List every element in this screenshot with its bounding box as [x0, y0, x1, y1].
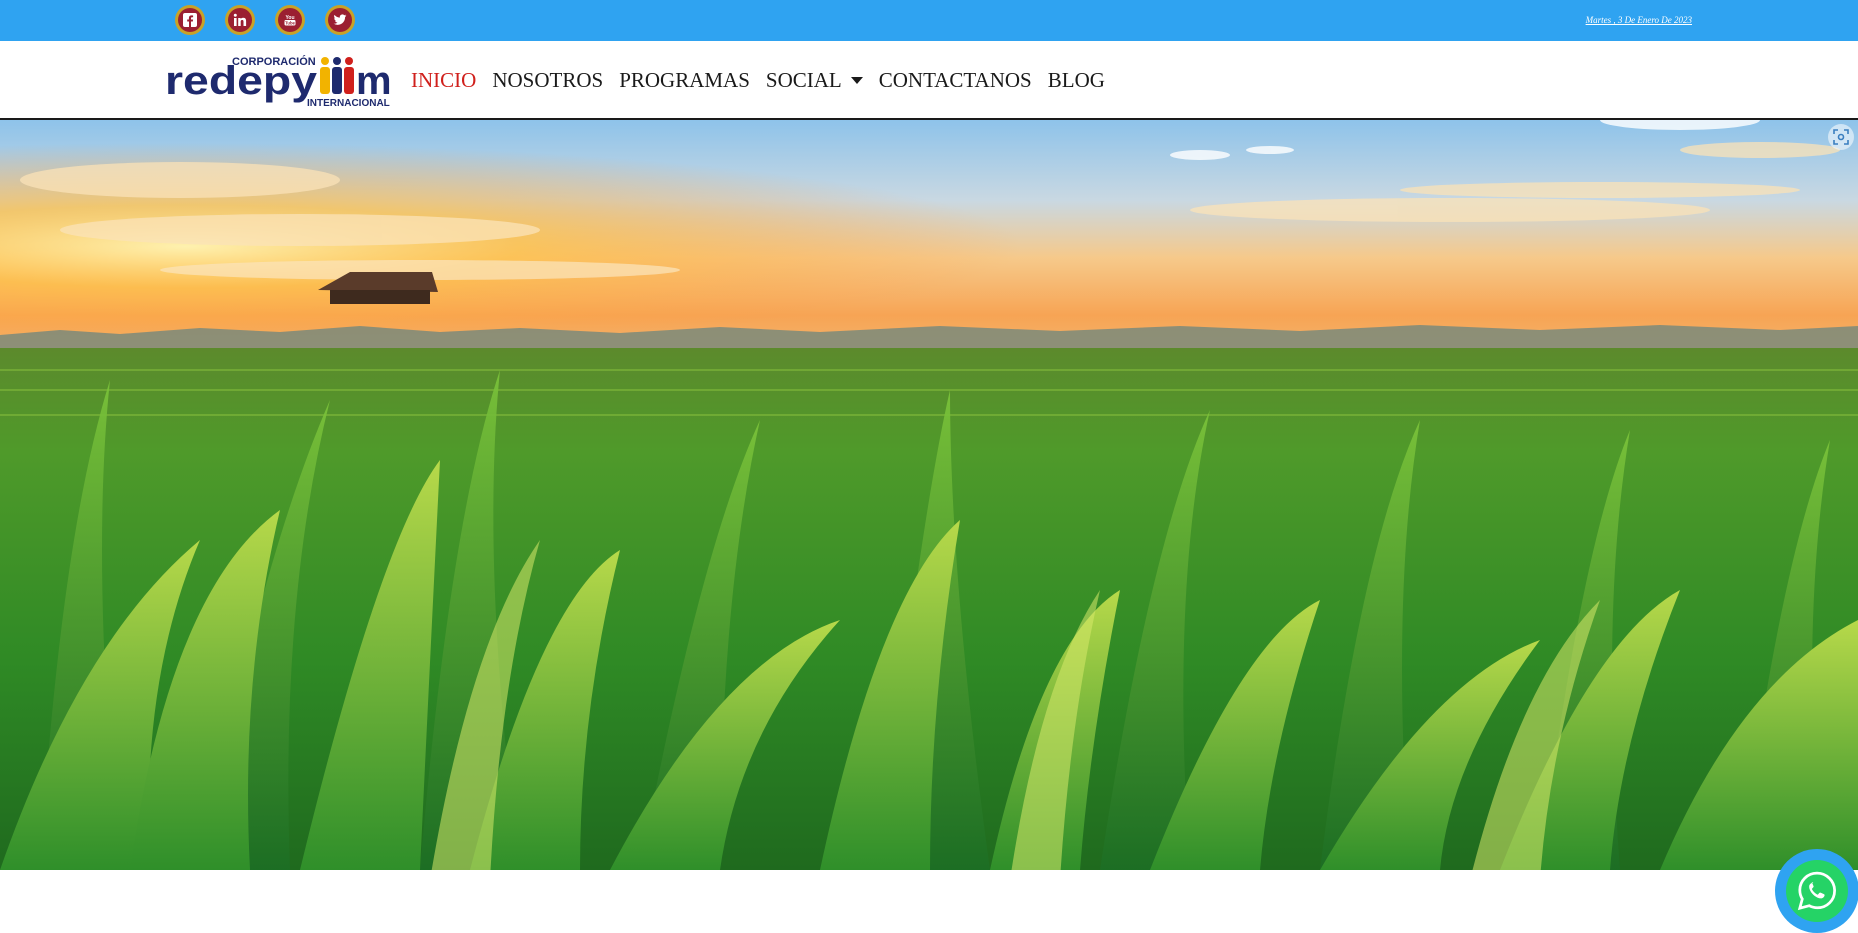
chevron-down-icon — [850, 77, 863, 84]
youtube-link[interactable]: You Tube — [275, 5, 305, 35]
logo-main-text: redepy — [165, 59, 318, 103]
logo-people-mark — [320, 57, 354, 94]
nav-item-nosotros[interactable]: NOSOTROS — [492, 68, 603, 93]
top-social-bar: You Tube Martes , 3 De Enero De 2023 — [0, 0, 1858, 41]
whatsapp-icon — [1786, 860, 1848, 922]
main-navbar: CORPORACIÓN redepy me INTERNACIONAL INIC… — [0, 41, 1858, 120]
nav-item-social[interactable]: SOCIAL — [766, 68, 863, 93]
logo-main-text-right: me — [356, 59, 390, 103]
nav-item-inicio[interactable]: INICIO — [411, 68, 476, 93]
nav-item-social-label: SOCIAL — [765, 68, 842, 92]
expand-icon[interactable] — [1828, 124, 1854, 150]
facebook-icon — [178, 8, 202, 32]
linkedin-link[interactable] — [225, 5, 255, 35]
hero-image — [0, 120, 1858, 870]
nav-item-blog[interactable]: BLOG — [1048, 68, 1105, 93]
logo-bottom-text: INTERNACIONAL — [307, 98, 390, 109]
linkedin-icon — [228, 8, 252, 32]
nav-item-programas[interactable]: PROGRAMAS — [619, 68, 750, 93]
redepyme-logo[interactable]: CORPORACIÓN redepy me INTERNACIONAL — [165, 51, 414, 109]
youtube-icon: You Tube — [278, 8, 302, 32]
current-date[interactable]: Martes , 3 De Enero De 2023 — [1586, 15, 1692, 25]
nav-item-contactanos[interactable]: CONTACTANOS — [879, 68, 1032, 93]
nav-menu: INICIO NOSOTROS PROGRAMAS SOCIAL CONTACT… — [411, 68, 1105, 93]
whatsapp-button[interactable] — [1775, 849, 1858, 933]
twitter-icon — [328, 8, 352, 32]
svg-text:Tube: Tube — [285, 20, 295, 25]
facebook-link[interactable] — [175, 5, 205, 35]
twitter-link[interactable] — [325, 5, 355, 35]
